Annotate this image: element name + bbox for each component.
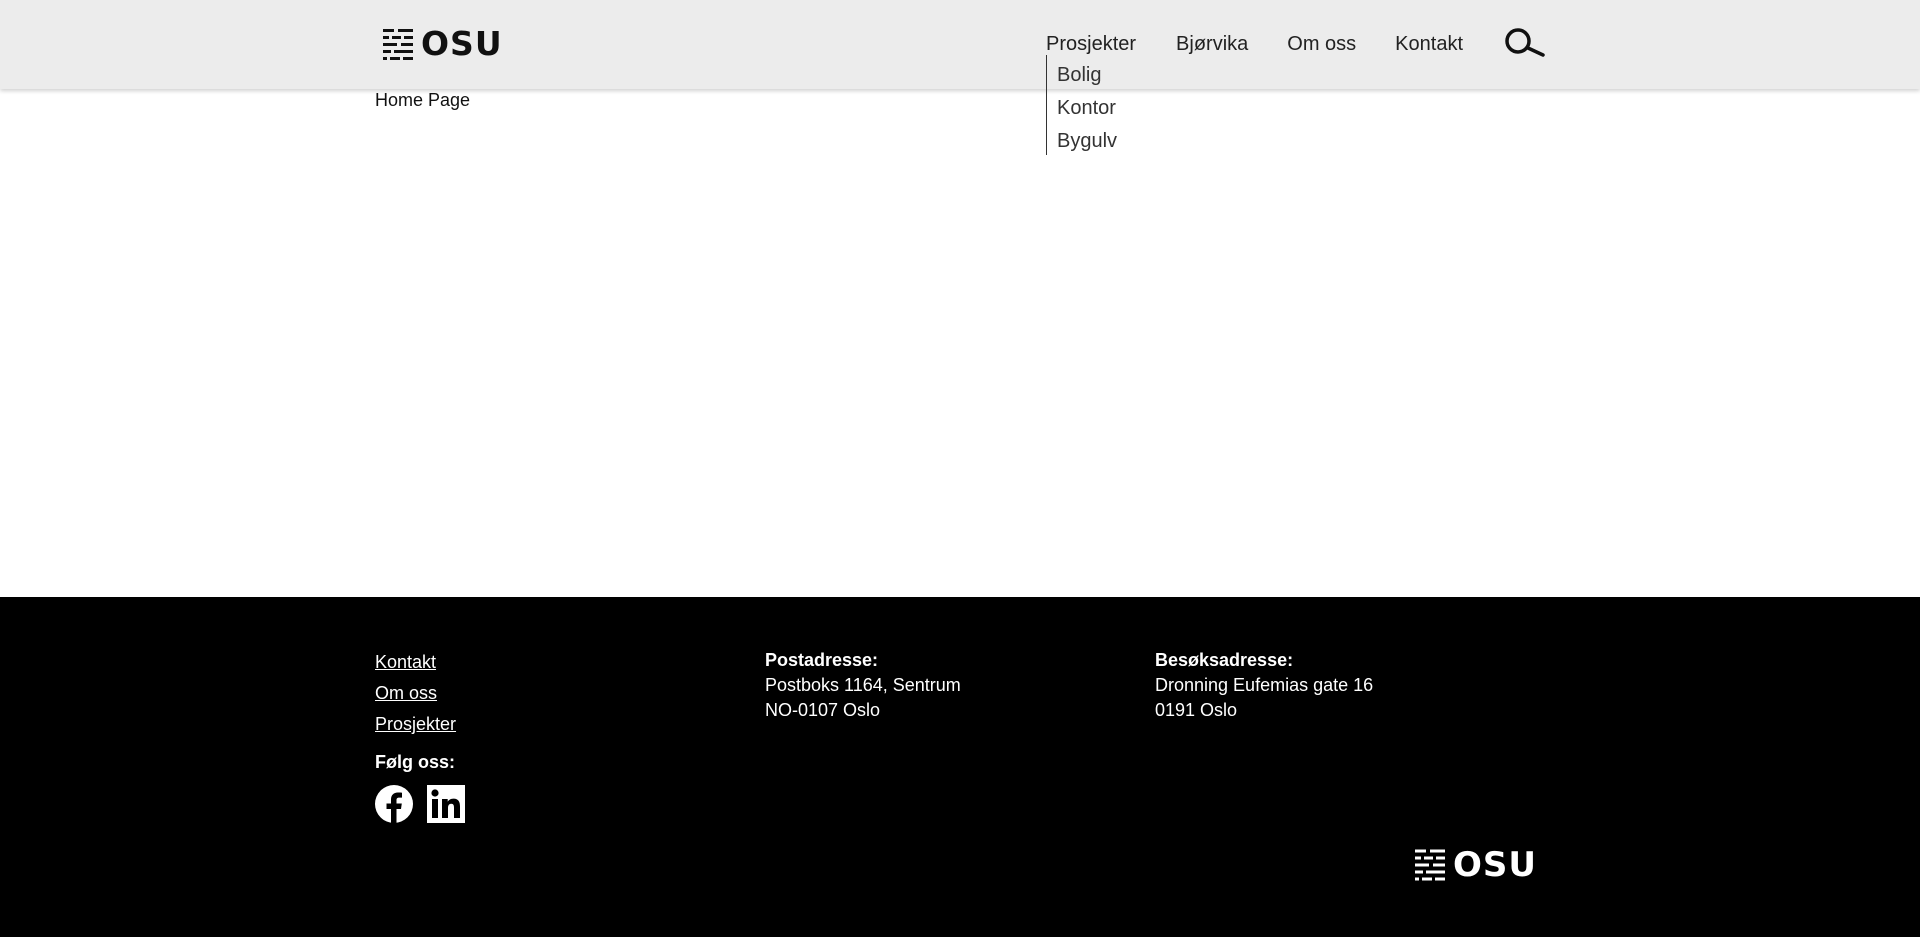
- footer-link-prosjekter[interactable]: Prosjekter: [375, 709, 456, 740]
- dropdown-item-bygulv[interactable]: Bygulv: [1047, 125, 1136, 158]
- postal-address-title: Postadresse:: [765, 650, 879, 670]
- search-icon[interactable]: [1503, 27, 1545, 59]
- nav-prosjekter[interactable]: Prosjekter: [1046, 32, 1136, 56]
- nav-kontakt[interactable]: Kontakt: [1395, 32, 1463, 56]
- logo-mark-icon: [383, 28, 413, 60]
- visit-address-title: Besøksadresse:: [1155, 650, 1294, 670]
- postal-address: Postadresse: Postboks 1164, Sentrum NO-0…: [765, 648, 961, 723]
- linkedin-icon[interactable]: [427, 785, 465, 823]
- footer-links: Kontakt Om oss Prosjekter: [375, 647, 456, 740]
- page-title: Home Page: [375, 90, 471, 110]
- visit-address-line2: 0191 Oslo: [1155, 700, 1238, 720]
- footer-link-kontakt[interactable]: Kontakt: [375, 647, 456, 678]
- footer-logo-mark-icon: [1415, 849, 1445, 881]
- dropdown-item-kontor[interactable]: Kontor: [1047, 92, 1136, 125]
- site-footer: Kontakt Om oss Prosjekter Følg oss: Post…: [0, 597, 1920, 937]
- header-logo[interactable]: OSU: [383, 26, 503, 62]
- visit-address: Besøksadresse: Dronning Eufemias gate 16…: [1155, 648, 1373, 723]
- social-links: [375, 785, 479, 823]
- main-nav: Prosjekter Bjørvika Om oss Kontakt: [1046, 32, 1502, 56]
- logo-text: OSU: [421, 24, 503, 63]
- facebook-icon[interactable]: [375, 785, 413, 823]
- site-header: OSU Prosjekter Bjørvika Om oss Kontakt: [0, 0, 1920, 89]
- footer-logo[interactable]: OSU: [1415, 847, 1537, 883]
- nav-om-oss[interactable]: Om oss: [1287, 32, 1356, 56]
- postal-address-line2: NO-0107 Oslo: [765, 700, 881, 720]
- visit-address-line1: Dronning Eufemias gate 16: [1155, 675, 1374, 695]
- postal-address-line1: Postboks 1164, Sentrum: [765, 675, 961, 695]
- nav-bjorvika[interactable]: Bjørvika: [1176, 32, 1248, 56]
- footer-link-om-oss[interactable]: Om oss: [375, 678, 456, 709]
- prosjekter-dropdown: Bolig Kontor Bygulv: [1046, 55, 1136, 155]
- footer-logo-text: OSU: [1453, 845, 1537, 885]
- dropdown-item-bolig[interactable]: Bolig: [1047, 59, 1136, 92]
- follow-label: Følg oss:: [375, 752, 455, 772]
